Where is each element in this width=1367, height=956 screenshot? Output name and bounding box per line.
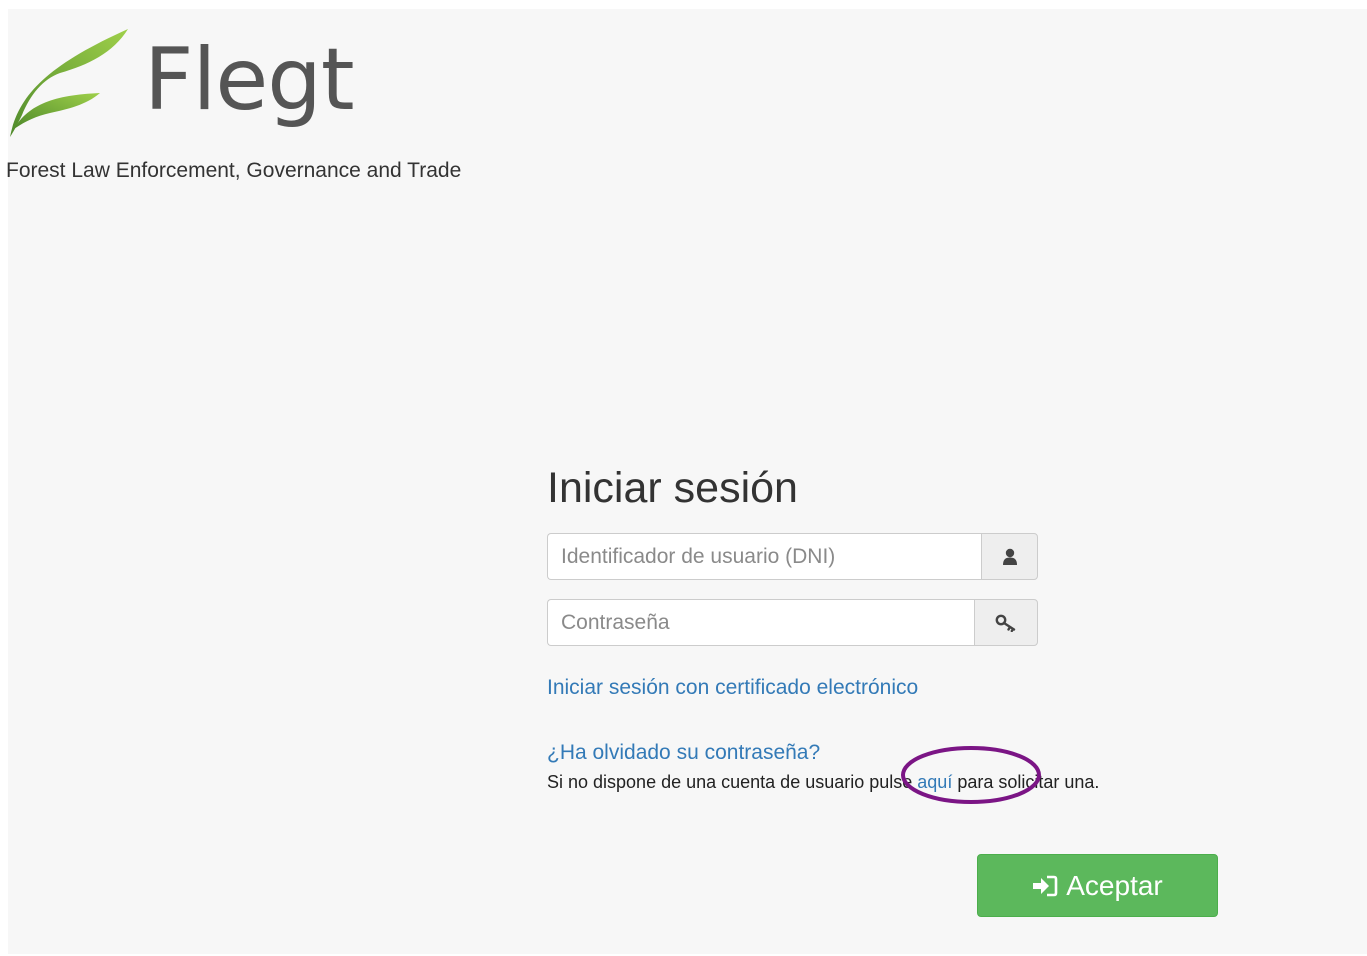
flegt-logo: Flegt: [8, 25, 368, 145]
password-input-group: [547, 599, 1038, 646]
no-account-suffix: para solicitar una.: [952, 772, 1100, 792]
login-title: Iniciar sesión: [547, 464, 798, 512]
forgot-password-link[interactable]: ¿Ha olvidado su contraseña?: [547, 741, 820, 765]
page-background: Flegt Forest Law Enforcement, Governance…: [6, 9, 1367, 954]
leaf-logo-icon: [10, 29, 128, 137]
password-input[interactable]: [547, 599, 974, 646]
request-account-link[interactable]: aquí: [917, 772, 952, 792]
login-form: Iniciar sesión Iniciar sesión con certif…: [547, 463, 1227, 917]
no-account-text: Si no dispone de una cuenta de usuario p…: [547, 772, 1099, 793]
accept-button-label: Aceptar: [1066, 869, 1163, 901]
key-icon: [974, 599, 1038, 646]
user-input-group: [547, 533, 1038, 580]
certificate-login-link[interactable]: Iniciar sesión con certificado electróni…: [547, 676, 918, 700]
user-icon: [981, 533, 1038, 580]
logo-wordmark: Flegt: [144, 30, 355, 130]
user-id-input[interactable]: [547, 533, 981, 580]
sign-in-icon: [1033, 875, 1058, 896]
tagline: Forest Law Enforcement, Governance and T…: [6, 159, 462, 182]
accept-button[interactable]: Aceptar: [977, 854, 1218, 917]
no-account-prefix: Si no dispone de una cuenta de usuario p…: [547, 772, 918, 792]
